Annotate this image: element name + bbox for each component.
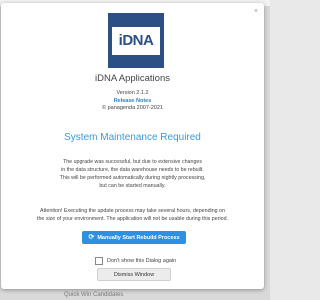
background-text: Quick Win Candidates [64,292,124,298]
maintenance-message: The upgrade was successful, but due to e… [1,158,264,190]
attention-line: the size of your environment. The applic… [37,216,228,222]
dismiss-window-button[interactable]: Dismiss Window [97,268,171,281]
version-text: Version 2.1.2 [116,90,149,96]
start-rebuild-label: Manually Start Rebuild Process [97,234,180,241]
start-rebuild-button[interactable]: ⟳ Manually Start Rebuild Process [82,231,186,244]
message-line: This will be performed automatically dur… [59,175,206,181]
dialog-heading: System Maintenance Required [64,132,201,143]
dont-show-again-label[interactable]: Don't show this Dialog again [107,258,176,264]
message-line: The upgrade was successful, but due to e… [63,159,202,165]
logo-text: iDNA [112,26,160,55]
copyright-text: © panagenda 2007-2021 [102,105,163,111]
message-line: in the data structure, the data warehous… [61,167,204,173]
dont-show-again-row[interactable]: Don't show this Dialog again [95,257,176,265]
refresh-icon: ⟳ [88,234,95,241]
attention-message: Attention! Executing the update process … [1,207,264,223]
maintenance-dialog: × iDNA iDNA Applications Version 2.1.2 R… [1,3,264,289]
attention-line: Attention! Executing the update process … [40,208,225,214]
idna-logo: iDNA [108,13,164,68]
message-line: but can be started manually. [99,183,166,189]
close-icon[interactable]: × [254,8,258,15]
app-name: iDNA Applications [95,73,170,84]
release-notes-link[interactable]: Release Notes [1,98,264,104]
dont-show-again-checkbox[interactable] [95,257,103,265]
